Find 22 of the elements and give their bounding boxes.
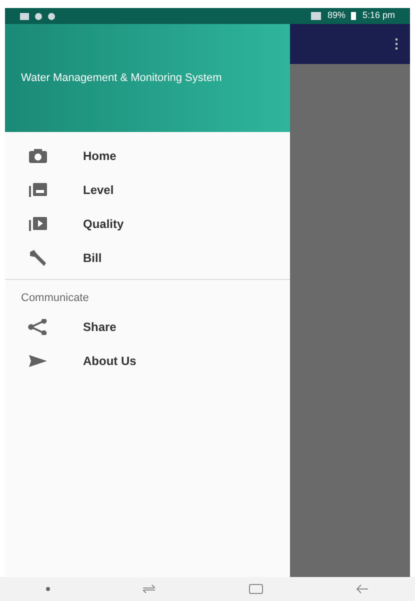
send-icon [28, 354, 48, 368]
recent-apps-icon[interactable] [142, 584, 156, 594]
menu-item[interactable]: Home [5, 139, 290, 173]
home-icon[interactable] [248, 584, 263, 594]
share-icon [28, 318, 48, 334]
back-icon[interactable] [354, 584, 369, 594]
section-title: Communicate [20, 291, 90, 306]
wrench-icon [28, 249, 48, 267]
battery-text: 89% [327, 9, 346, 22]
photo-stack-icon [28, 182, 48, 198]
camera-icon [28, 148, 48, 164]
menu-item[interactable]: Quality [5, 207, 290, 241]
menu-item[interactable]: Bill [5, 241, 290, 275]
drawer-title: Water Management & Monitoring System [21, 72, 223, 84]
battery-icon [351, 12, 356, 20]
image-icon [20, 12, 29, 20]
more-icon[interactable] [395, 38, 398, 50]
clock-text: 5:16 pm [362, 9, 395, 22]
menu-item[interactable]: Level [5, 173, 290, 207]
menu-item[interactable]: About Us [5, 344, 290, 378]
video-stack-icon [28, 216, 48, 232]
menu-item[interactable]: Share [5, 310, 290, 344]
